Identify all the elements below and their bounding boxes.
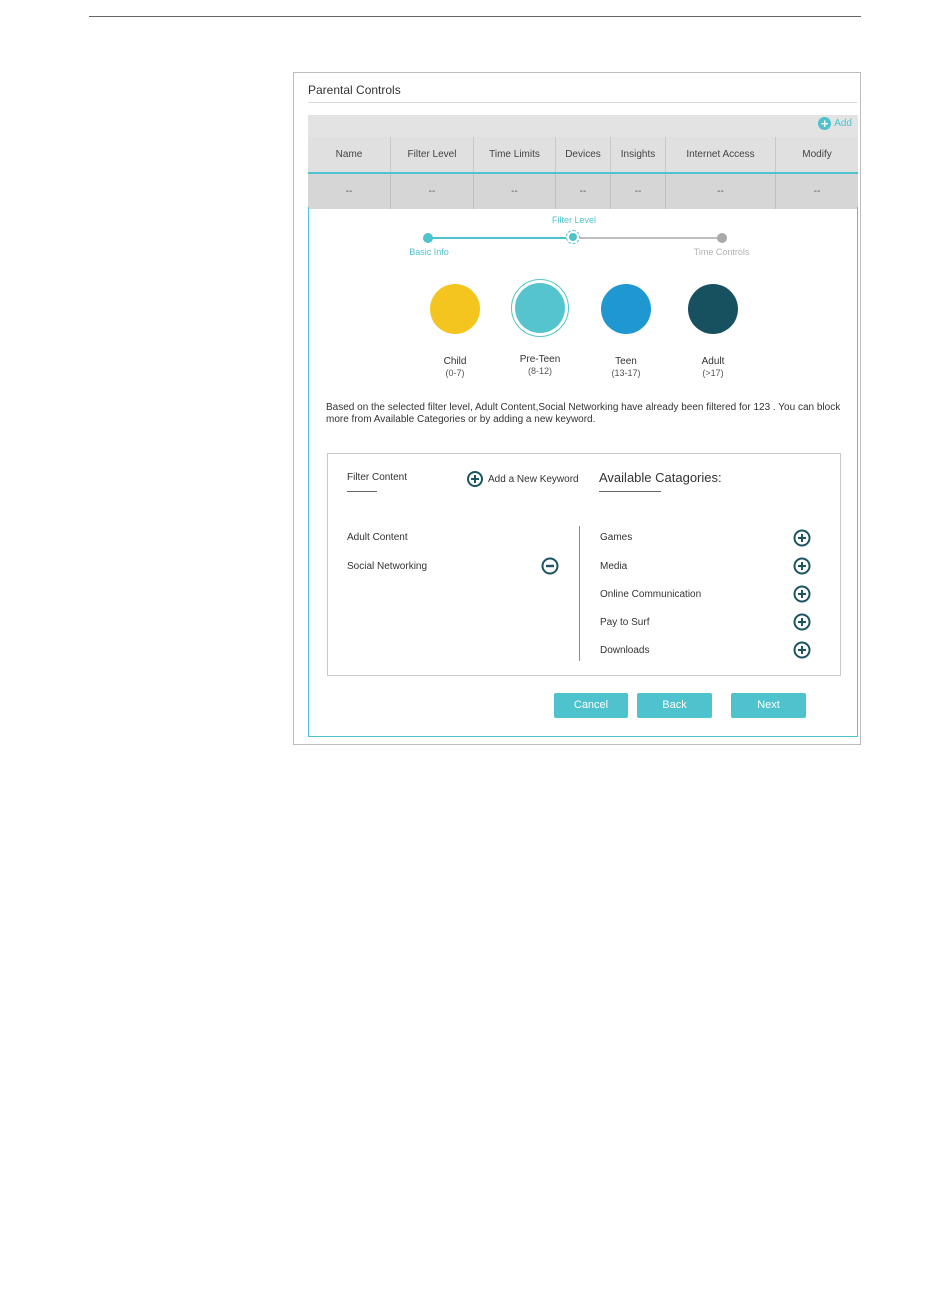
content-filter-box: Filter Content Add a New Keyword Availab… [327, 453, 841, 676]
add-keyword-label: Add a New Keyword [488, 473, 579, 485]
level-label: Teen [615, 356, 637, 367]
level-circle-teen [601, 284, 651, 334]
table-toolbar: + Add [308, 115, 858, 137]
level-label: Pre-Teen [519, 354, 561, 365]
column-divider [579, 526, 580, 661]
category-downloads: Downloads [600, 645, 650, 656]
next-button[interactable]: Next [731, 693, 806, 718]
title-divider [308, 102, 857, 103]
edit-profile-form: Filter Level Basic Info Time Controls Ch… [308, 207, 858, 737]
current-step-indicator [569, 233, 577, 241]
level-option-teen[interactable]: Teen (13-17) [591, 284, 661, 379]
level-range: (>17) [702, 368, 724, 378]
wizard-progress: Filter Level Basic Info Time Controls [309, 207, 859, 267]
table-cell: -- [776, 174, 858, 209]
page-title: Parental Controls [308, 83, 401, 97]
level-label: Child [443, 356, 467, 367]
level-range: (13-17) [611, 368, 641, 378]
filter-content-underline [347, 491, 377, 492]
filter-level-selector: Child (0-7) Pre-Teen (8-12) Teen (13-17)… [309, 279, 859, 379]
step-label-time-controls: Time Controls [693, 247, 750, 257]
add-downloads-icon[interactable] [793, 641, 811, 659]
category-online-communication: Online Communication [600, 589, 702, 600]
table-cell: -- [666, 174, 776, 209]
column-header-devices: Devices [556, 137, 611, 172]
selected-ring [511, 279, 569, 337]
add-label: Add [834, 118, 852, 129]
column-header-internet-access: Internet Access [666, 137, 776, 172]
table-cell: -- [391, 174, 474, 209]
step-dot-time-controls[interactable] [717, 233, 727, 243]
filter-description: Based on the selected filter level, Adul… [326, 402, 841, 425]
level-option-child[interactable]: Child (0-7) [420, 284, 490, 379]
step-dot-filter-level[interactable] [566, 230, 580, 244]
level-range: (0-7) [445, 368, 465, 378]
column-header-name: Name [308, 137, 391, 172]
progress-line-complete [428, 237, 574, 239]
filtered-item-social-networking: Social Networking [347, 561, 428, 572]
available-categories-underline [599, 491, 661, 492]
add-pay-to-surf-icon[interactable] [793, 613, 811, 631]
available-categories-title: Available Catagories: [599, 470, 722, 485]
step-label-filter-level: Filter Level [551, 215, 596, 225]
add-media-icon[interactable] [793, 557, 811, 575]
level-circle-adult [688, 284, 738, 334]
add-online-communication-icon[interactable] [793, 585, 811, 603]
level-option-pre-teen[interactable]: Pre-Teen (8-12) [505, 279, 575, 377]
table-cell: -- [556, 174, 611, 209]
table-cell: -- [474, 174, 556, 209]
step-label-basic-info: Basic Info [409, 247, 449, 257]
column-header-insights: Insights [611, 137, 666, 172]
table-row: -- -- -- -- -- -- -- [308, 172, 858, 209]
category-pay-to-surf: Pay to Surf [600, 617, 650, 628]
category-games: Games [600, 532, 633, 543]
add-games-icon[interactable] [793, 529, 811, 547]
level-label: Adult [701, 356, 725, 367]
level-circle-child [430, 284, 480, 334]
category-media: Media [600, 561, 628, 572]
column-header-time-limits: Time Limits [474, 137, 556, 172]
filter-content-title: Filter Content [347, 472, 408, 483]
column-header-modify: Modify [776, 137, 858, 172]
add-keyword-button[interactable]: Add a New Keyword [467, 471, 579, 487]
level-circle-pre-teen [515, 283, 565, 333]
filtered-item-adult-content: Adult Content [347, 532, 408, 543]
level-option-adult[interactable]: Adult (>17) [678, 284, 748, 379]
remove-social-networking-icon[interactable] [541, 557, 559, 575]
parental-controls-panel: Parental Controls + Add Name Filter Leve… [293, 72, 861, 745]
page-top-rule [89, 16, 861, 17]
step-dot-basic-info[interactable] [423, 233, 433, 243]
table-cell: -- [611, 174, 666, 209]
back-button[interactable]: Back [637, 693, 712, 718]
profiles-table: Name Filter Level Time Limits Devices In… [308, 137, 858, 209]
add-button[interactable]: + Add [818, 117, 852, 130]
table-cell: -- [308, 174, 391, 209]
cancel-button[interactable]: Cancel [554, 693, 628, 718]
plus-icon: + [818, 117, 832, 130]
table-header: Name Filter Level Time Limits Devices In… [308, 137, 858, 172]
plus-circle-icon [467, 471, 483, 487]
column-header-filter-level: Filter Level [391, 137, 474, 172]
progress-line-pending [574, 237, 722, 239]
level-range: (8-12) [527, 366, 552, 376]
